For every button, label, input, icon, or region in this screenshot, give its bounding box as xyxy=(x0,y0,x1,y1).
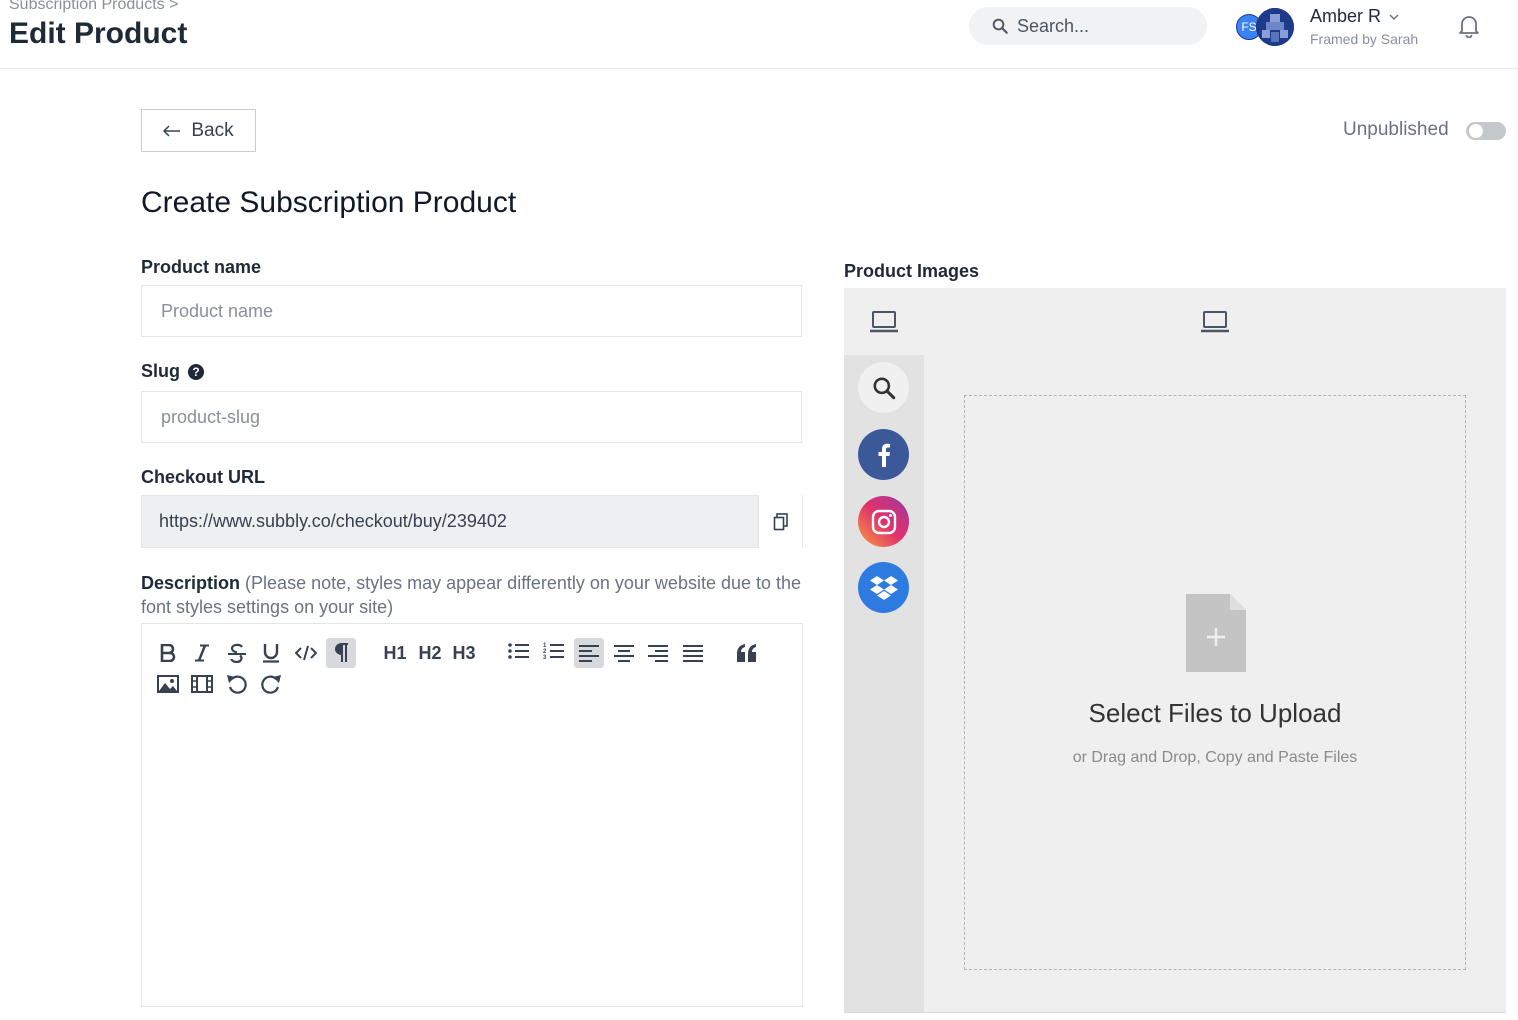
checkout-url-field: https://www.subbly.co/checkout/buy/23940… xyxy=(141,495,803,548)
numbered-list-button[interactable]: 123 xyxy=(539,636,569,666)
bullet-list-button[interactable] xyxy=(504,636,534,666)
italic-icon xyxy=(195,644,209,662)
align-center-icon xyxy=(614,645,634,662)
align-left-button[interactable] xyxy=(574,638,604,668)
insert-video-button[interactable] xyxy=(187,669,217,699)
h3-button[interactable]: H3 xyxy=(449,638,479,668)
user-store-name: Framed by Sarah xyxy=(1310,31,1419,47)
align-right-button[interactable] xyxy=(643,638,673,668)
chevron-down-icon[interactable] xyxy=(1388,11,1400,23)
source-instagram-button[interactable] xyxy=(858,496,909,547)
align-right-icon xyxy=(648,645,668,662)
checkout-url-value[interactable]: https://www.subbly.co/checkout/buy/23940… xyxy=(142,511,758,532)
source-search-button[interactable] xyxy=(858,362,909,413)
align-left-icon xyxy=(579,645,599,662)
product-name-field[interactable] xyxy=(141,285,802,337)
dropzone-title: Select Files to Upload xyxy=(1088,698,1342,728)
page-title: Edit Product xyxy=(9,17,188,50)
laptop-icon xyxy=(870,311,898,333)
description-label: Description (Please note, styles may app… xyxy=(141,571,803,619)
underline-icon xyxy=(263,644,279,663)
search-icon xyxy=(992,18,1008,34)
source-facebook-button[interactable] xyxy=(858,429,909,480)
product-name-label: Product name xyxy=(141,257,262,277)
align-justify-icon xyxy=(683,645,703,662)
paragraph-icon xyxy=(335,643,348,662)
blockquote-button[interactable] xyxy=(732,638,762,668)
video-icon xyxy=(191,675,213,693)
help-icon[interactable]: ? xyxy=(188,364,204,380)
redo-icon xyxy=(261,675,281,694)
avatar xyxy=(1256,8,1294,46)
dropzone-subtitle: or Drag and Drop, Copy and Paste Files xyxy=(1072,749,1358,766)
user-avatars[interactable]: FS xyxy=(1236,8,1296,46)
redo-button[interactable] xyxy=(256,669,286,699)
dropbox-icon xyxy=(869,575,898,600)
source-tab-local[interactable] xyxy=(844,288,924,355)
publish-toggle[interactable] xyxy=(1466,122,1506,140)
copy-button[interactable] xyxy=(758,495,802,548)
bold-icon xyxy=(160,644,176,662)
slug-label: Slug xyxy=(141,361,180,381)
facebook-icon xyxy=(878,443,890,467)
instagram-icon xyxy=(871,509,896,534)
copy-icon xyxy=(773,512,788,530)
underline-button[interactable] xyxy=(256,638,286,668)
description-title: Description xyxy=(141,573,241,593)
publish-status: Unpublished xyxy=(1343,119,1449,140)
search-input[interactable]: Search... xyxy=(1017,16,1089,37)
bullet-list-icon xyxy=(508,643,529,659)
product-images-label: Product Images xyxy=(844,261,980,281)
quote-icon xyxy=(737,644,756,662)
checkout-url-label: Checkout URL xyxy=(141,467,266,487)
italic-button[interactable] xyxy=(187,638,217,668)
back-button[interactable]: Back xyxy=(141,109,256,152)
align-justify-button[interactable] xyxy=(678,638,708,668)
align-center-button[interactable] xyxy=(609,638,639,668)
file-dropzone[interactable]: Select Files to Upload or Drag and Drop,… xyxy=(964,395,1466,970)
strikethrough-button[interactable] xyxy=(222,638,252,668)
slug-field[interactable] xyxy=(141,391,802,443)
arrow-left-icon xyxy=(163,124,181,137)
top-bar: Subscription Products > Edit Product Sea… xyxy=(0,0,1518,69)
bell-icon[interactable] xyxy=(1458,14,1480,38)
user-name[interactable]: Amber R xyxy=(1310,6,1381,27)
description-editor[interactable]: H1 H2 H3 123 xyxy=(141,623,803,1007)
strikethrough-icon xyxy=(228,643,246,663)
laptop-icon xyxy=(1201,311,1229,333)
description-note: (Please note, styles may appear differen… xyxy=(141,573,802,617)
breadcrumb[interactable]: Subscription Products > xyxy=(9,0,178,14)
search-icon xyxy=(872,376,895,399)
numbered-list-icon: 123 xyxy=(543,643,564,661)
image-icon xyxy=(157,675,179,693)
form-heading: Create Subscription Product xyxy=(141,186,517,219)
insert-image-button[interactable] xyxy=(153,669,183,699)
file-add-icon xyxy=(1186,594,1246,672)
back-button-label: Back xyxy=(191,119,234,141)
source-dropbox-button[interactable] xyxy=(858,562,909,613)
h2-button[interactable]: H2 xyxy=(415,638,445,668)
code-button[interactable] xyxy=(291,638,321,668)
undo-button[interactable] xyxy=(222,669,252,699)
slug-input[interactable] xyxy=(159,405,801,429)
svg-text:3: 3 xyxy=(543,655,547,661)
bold-button[interactable] xyxy=(153,638,183,668)
product-name-input[interactable] xyxy=(159,299,801,323)
h1-button[interactable]: H1 xyxy=(380,638,410,668)
code-icon xyxy=(295,645,317,661)
undo-icon xyxy=(227,675,247,694)
search-box[interactable]: Search... xyxy=(969,7,1207,45)
image-uploader: Select Files to Upload or Drag and Drop,… xyxy=(844,288,1506,1013)
paragraph-button[interactable] xyxy=(326,638,356,668)
slug-label-row: Slug? xyxy=(141,361,204,382)
